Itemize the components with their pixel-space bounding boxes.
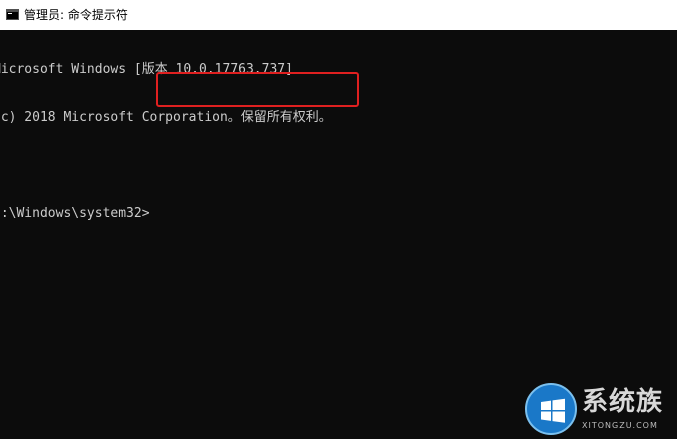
console-icon-prompt bbox=[8, 13, 12, 14]
command-prompt-window: 管理员: 命令提示符 Microsoft Windows [版本 10.0.17… bbox=[0, 0, 677, 439]
console-icon[interactable] bbox=[6, 9, 19, 20]
site-watermark: 系统族 XITONGZU.COM bbox=[525, 383, 677, 439]
console-prompt: C:\Windows\system32> bbox=[0, 206, 150, 221]
watermark-badge bbox=[525, 383, 577, 435]
watermark-subtext: XITONGZU.COM bbox=[582, 421, 658, 430]
input-highlight-box bbox=[156, 72, 359, 107]
window-title: 管理员: 命令提示符 bbox=[24, 8, 128, 22]
console-line-copyright: (c) 2018 Microsoft Corporation。保留所有权利。 bbox=[0, 110, 332, 125]
title-bar[interactable]: 管理员: 命令提示符 bbox=[0, 0, 677, 30]
windows-logo-icon bbox=[541, 398, 565, 423]
watermark-text: 系统族 bbox=[582, 387, 664, 417]
